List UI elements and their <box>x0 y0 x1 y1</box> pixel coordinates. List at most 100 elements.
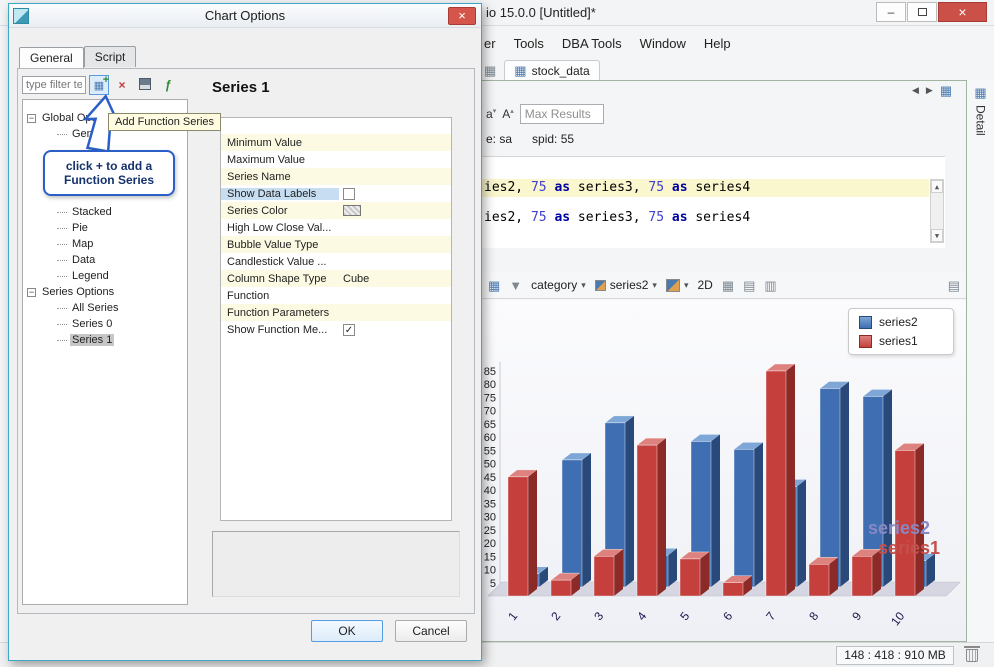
tree-item-pie[interactable]: Pie <box>23 220 187 236</box>
category-dropdown[interactable]: category ▾ <box>531 278 586 292</box>
property-name: Series Color <box>227 204 288 217</box>
tree-item-label: Series 1 <box>70 334 115 346</box>
function-chart-button[interactable]: ƒ <box>158 75 178 95</box>
dialog-titlebar[interactable]: Chart Options × <box>9 4 481 28</box>
callout-text-line1: click + to add a <box>65 159 153 173</box>
tree-expander-icon[interactable]: − <box>27 287 36 297</box>
menu-item-er[interactable]: er <box>484 36 496 51</box>
grid-icon[interactable]: ▦ <box>940 84 952 97</box>
detail-strip: ▦ Detail <box>966 80 994 641</box>
svg-text:50: 50 <box>484 459 496 471</box>
uppercase-icon[interactable]: A▴ <box>502 107 514 121</box>
property-row-show-data-labels[interactable]: Show Data Labels <box>221 185 451 202</box>
property-grid: Minimum Value Maximum Value Series Name Sho… <box>220 117 452 521</box>
property-name: Show Function Me... <box>227 323 328 336</box>
detail-tab[interactable]: Detail <box>974 105 988 136</box>
trash-icon[interactable] <box>964 646 980 662</box>
query-controls: a▾ A▴ <box>486 104 604 124</box>
tree-item-series-1[interactable]: Series 1 <box>23 332 187 348</box>
legend-item[interactable]: series2 <box>859 315 943 329</box>
filter-input[interactable] <box>22 76 86 94</box>
tree-item-map[interactable]: Map <box>23 236 187 252</box>
tree-item-series-0[interactable]: Series 0 <box>23 316 187 332</box>
property-name: Series Name <box>227 170 291 183</box>
dialog-buttons: OK Cancel <box>9 620 475 646</box>
minimize-button[interactable]: – <box>876 2 906 22</box>
tree-connector <box>57 211 67 213</box>
tab-script[interactable]: Script <box>83 46 137 67</box>
filter-icon[interactable]: ▼ <box>509 279 522 292</box>
property-row-maximum-value[interactable]: Maximum Value <box>221 151 451 168</box>
tree-item-data[interactable]: Data <box>23 252 187 268</box>
svg-text:80: 80 <box>484 379 496 391</box>
property-row-bubble-value-type[interactable]: Bubble Value Type <box>221 236 451 253</box>
grid-toggle-icon[interactable]: ▦ <box>722 279 734 292</box>
checkbox-unchecked[interactable] <box>343 187 355 200</box>
save-button[interactable] <box>135 75 155 95</box>
chart-type-dropdown[interactable]: ▾ <box>665 278 688 292</box>
series-dropdown[interactable]: series2 ▾ <box>594 278 657 292</box>
maximize-button[interactable] <box>907 2 937 22</box>
tree-item-label: Pie <box>72 222 88 234</box>
legend-item[interactable]: series1 <box>859 334 943 348</box>
color-swatch[interactable] <box>343 205 361 216</box>
svg-text:7: 7 <box>763 609 778 623</box>
menu-item-dba-tools[interactable]: DBA Tools <box>562 36 622 51</box>
svg-text:2: 2 <box>548 609 563 623</box>
property-row-column-shape-type[interactable]: Column Shape Type Cube <box>221 270 451 287</box>
tree-item-stacked[interactable]: Stacked <box>23 204 187 220</box>
property-name: Function <box>227 289 270 302</box>
svg-text:45: 45 <box>484 472 496 484</box>
scroll-down-icon[interactable]: ▼ <box>931 229 943 242</box>
menu-item-window[interactable]: Window <box>640 36 686 51</box>
property-row-minimum-value[interactable]: Minimum Value <box>221 134 451 151</box>
mode-2d-button[interactable]: 2D <box>697 278 712 292</box>
toolbar-grid-icon[interactable]: ▦ <box>484 64 496 77</box>
lowercase-icon[interactable]: a▾ <box>486 107 496 121</box>
table-view-icon[interactable]: ▦ <box>488 279 500 292</box>
sql-scrollbar[interactable]: ▲ ▼ <box>930 179 944 243</box>
tree-item-all-series[interactable]: All Series <box>23 300 187 316</box>
scroll-right-icon[interactable]: ▶ <box>926 85 933 96</box>
property-row-high-low-close-val[interactable]: High Low Close Val... <box>221 219 451 236</box>
max-results-input[interactable] <box>519 104 604 124</box>
panel-title: Series 1 <box>212 79 270 96</box>
export-chart-icon[interactable]: ▤ <box>743 279 755 292</box>
property-name: Candlestick Value ... <box>227 255 327 268</box>
tree-item-legend[interactable]: Legend <box>23 268 187 284</box>
table-icon: ▦ <box>514 63 527 78</box>
function-icon: ƒ <box>164 78 172 92</box>
menu-item-help[interactable]: Help <box>704 36 731 51</box>
scroll-up-icon[interactable]: ▲ <box>931 180 943 193</box>
tree-item-label: Series 0 <box>72 318 113 330</box>
property-row-function-parameters[interactable]: Function Parameters <box>221 304 451 321</box>
property-row-candlestick-value[interactable]: Candlestick Value ... <box>221 253 451 270</box>
close-icon: × <box>958 3 967 20</box>
add-function-series-icon: ▦ <box>94 80 104 92</box>
ok-button[interactable]: OK <box>311 620 383 642</box>
series-color-icon <box>594 279 606 291</box>
delete-series-button[interactable]: × <box>112 75 132 95</box>
tree-expander-icon[interactable]: − <box>27 113 36 123</box>
svg-text:85: 85 <box>484 366 496 378</box>
property-row-function[interactable]: Function <box>221 287 451 304</box>
scroll-left-icon[interactable]: ◀ <box>912 85 919 96</box>
add-function-series-button[interactable]: ▦ <box>89 75 109 95</box>
property-row-show-function-me[interactable]: Show Function Me... ✓ <box>221 321 451 338</box>
menu-item-tools[interactable]: Tools <box>514 36 544 51</box>
tab-stock-data[interactable]: ▦ stock_data <box>504 59 600 81</box>
copy-chart-icon[interactable]: ▥ <box>764 279 776 292</box>
dialog-close-button[interactable]: × <box>448 7 476 25</box>
tree-item-series-options[interactable]: − Series Options <box>23 284 187 300</box>
svg-text:25: 25 <box>484 525 496 537</box>
chart-panel: 5 10 15 20 25 30 35 40 45 50 55 60 65 70 75 80 85 1 2 3 4 5 6 7… <box>460 300 966 642</box>
property-row-series-name[interactable]: Series Name <box>221 168 451 185</box>
property-row-series-color[interactable]: Series Color <box>221 202 451 219</box>
sql-editor[interactable]: ies2, 75 as series3, 75 as series4 ies2,… <box>482 156 945 248</box>
chart-settings-icon[interactable]: ▤ <box>948 279 960 292</box>
svg-text:55: 55 <box>484 445 496 457</box>
checkbox-checked[interactable]: ✓ <box>343 323 355 336</box>
cancel-button[interactable]: Cancel <box>395 620 467 642</box>
tab-general[interactable]: General <box>19 47 84 68</box>
app-close-button[interactable]: × <box>938 2 987 22</box>
